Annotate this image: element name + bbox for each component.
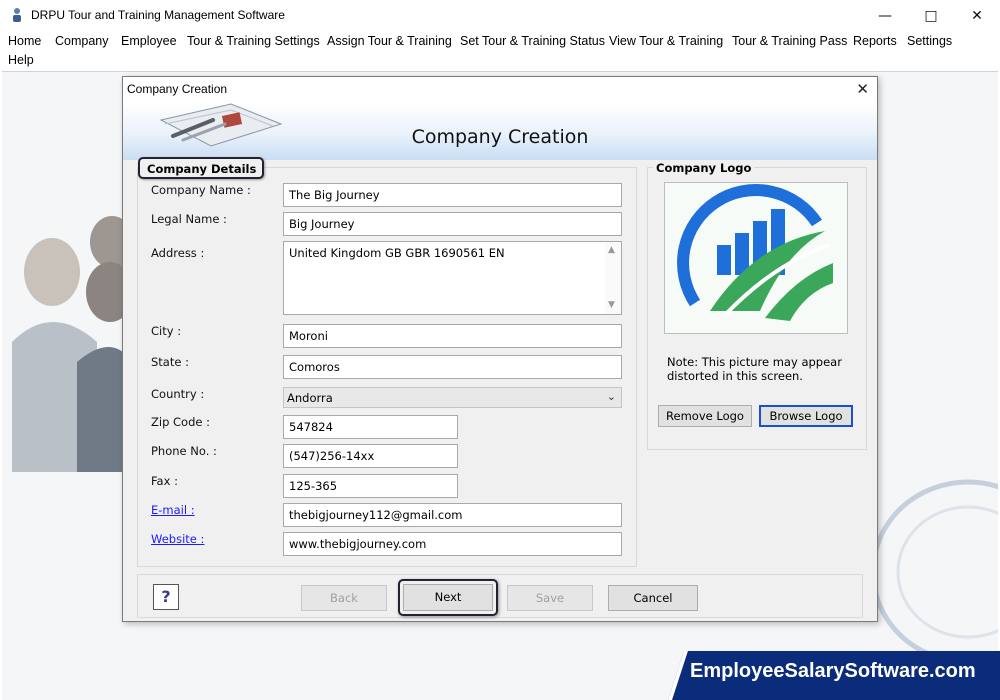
- banner-title: Company Creation: [411, 126, 589, 148]
- menu-bar: Home Company Employee Tour & Training Se…: [0, 31, 1000, 71]
- company-name-label: Company Name :: [151, 183, 251, 197]
- phone-input[interactable]: (547)256-14xx: [283, 444, 458, 468]
- dialog-close-icon[interactable]: ✕: [856, 80, 869, 98]
- dialog-titlebar: Company Creation ✕: [123, 77, 877, 102]
- menu-set-status[interactable]: Set Tour & Training Status: [460, 34, 605, 48]
- email-input[interactable]: thebigjourney112@gmail.com: [283, 503, 622, 527]
- state-input[interactable]: Comoros: [283, 355, 622, 379]
- back-button[interactable]: Back: [301, 585, 387, 611]
- company-logo-graphic: [677, 184, 833, 321]
- menu-settings[interactable]: Settings: [907, 34, 952, 48]
- company-logo-image: [664, 182, 848, 334]
- menu-tour-training-settings[interactable]: Tour & Training Settings: [187, 34, 320, 48]
- menu-employee[interactable]: Employee: [121, 34, 177, 48]
- zip-code-label: Zip Code :: [151, 415, 210, 429]
- dialog-title: Company Creation: [127, 82, 228, 96]
- company-name-input[interactable]: The Big Journey: [283, 183, 622, 207]
- address-scrollbar[interactable]: ▲ ▼: [605, 242, 621, 314]
- dialog-banner: Company Creation: [123, 102, 877, 160]
- save-button[interactable]: Save: [507, 585, 593, 611]
- next-button[interactable]: Next: [403, 584, 493, 611]
- fax-input[interactable]: 125-365: [283, 474, 458, 498]
- app-icon: [13, 8, 21, 22]
- phone-label: Phone No. :: [151, 444, 217, 458]
- company-creation-dialog: Company Creation ✕ Company Creation Comp…: [122, 76, 878, 622]
- maximize-icon[interactable]: □: [908, 0, 954, 31]
- country-value: Andorra: [287, 391, 333, 405]
- city-label: City :: [151, 324, 182, 338]
- scroll-down-icon[interactable]: ▼: [608, 300, 615, 310]
- website-link[interactable]: Website :: [151, 532, 204, 546]
- zip-code-input[interactable]: 547824: [283, 415, 458, 439]
- minimize-icon[interactable]: —: [862, 0, 908, 31]
- legal-name-label: Legal Name :: [151, 212, 227, 226]
- fax-label: Fax :: [151, 474, 178, 488]
- globe-illustration: [870, 479, 998, 652]
- website-input[interactable]: www.thebigjourney.com: [283, 532, 622, 556]
- menu-view-tour-training[interactable]: View Tour & Training: [609, 34, 723, 48]
- menu-home[interactable]: Home: [8, 34, 41, 48]
- menu-tour-training-pass[interactable]: Tour & Training Pass: [732, 34, 847, 48]
- menu-assign-tour-training[interactable]: Assign Tour & Training: [327, 34, 452, 48]
- dialog-footer: [137, 574, 863, 618]
- scroll-up-icon[interactable]: ▲: [608, 245, 615, 255]
- menu-reports[interactable]: Reports: [853, 34, 897, 48]
- close-icon[interactable]: ✕: [954, 0, 1000, 31]
- legal-name-input[interactable]: Big Journey: [283, 212, 622, 236]
- browse-logo-button[interactable]: Browse Logo: [759, 405, 853, 427]
- brand-watermark: EmployeeSalarySoftware.com: [690, 660, 976, 682]
- address-text: United Kingdom GB GBR 1690561 EN: [289, 246, 505, 260]
- company-logo-legend: Company Logo: [653, 161, 755, 175]
- menu-company[interactable]: Company: [55, 34, 109, 48]
- window-titlebar: DRPU Tour and Training Management Softwa…: [0, 0, 1000, 31]
- window-title: DRPU Tour and Training Management Softwa…: [31, 8, 285, 22]
- logo-note: Note: This picture may appear distorted …: [667, 355, 842, 383]
- help-icon[interactable]: ?: [153, 584, 179, 610]
- city-input[interactable]: Moroni: [283, 324, 622, 348]
- address-label: Address :: [151, 246, 205, 260]
- country-label: Country :: [151, 387, 205, 401]
- people-illustration: [12, 216, 132, 472]
- address-textarea[interactable]: United Kingdom GB GBR 1690561 EN ▲ ▼: [283, 241, 622, 315]
- company-details-legend: Company Details: [138, 157, 264, 179]
- state-label: State :: [151, 355, 189, 369]
- country-select[interactable]: Andorra ⌄: [283, 387, 622, 408]
- email-link[interactable]: E-mail :: [151, 503, 195, 517]
- menu-help[interactable]: Help: [8, 53, 34, 67]
- chevron-down-icon[interactable]: ⌄: [607, 390, 616, 403]
- cancel-button[interactable]: Cancel: [608, 585, 698, 611]
- remove-logo-button[interactable]: Remove Logo: [658, 405, 752, 427]
